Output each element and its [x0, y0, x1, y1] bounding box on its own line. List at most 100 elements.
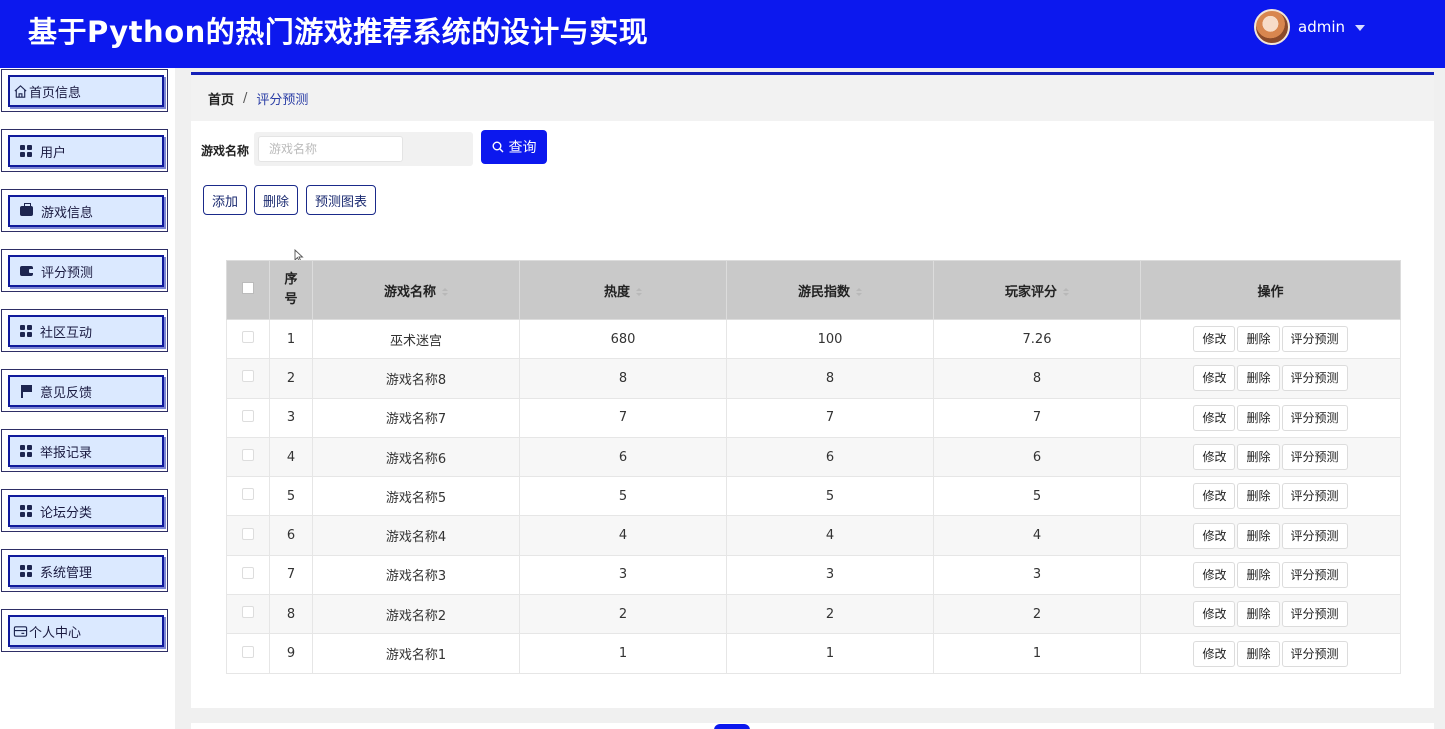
- select-all-cell: [226, 260, 270, 320]
- edit-button[interactable]: 修改: [1193, 326, 1236, 353]
- row-delete-button[interactable]: 删除: [1237, 404, 1280, 431]
- rating-predict-button[interactable]: 评分预测: [1281, 444, 1348, 471]
- sidebar-item-home[interactable]: 首页信息: [1, 69, 168, 112]
- sidebar-item-game-info[interactable]: 游戏信息: [1, 189, 168, 232]
- row-delete-button[interactable]: 删除: [1237, 365, 1280, 392]
- row-delete-button[interactable]: 删除: [1237, 444, 1280, 471]
- row-checkbox[interactable]: [242, 409, 254, 422]
- add-button[interactable]: 添加: [203, 185, 247, 215]
- pagination-current-page[interactable]: [714, 724, 750, 729]
- caret-down-icon[interactable]: [1355, 25, 1365, 31]
- cell-name: 游戏名称7: [312, 397, 520, 438]
- row-delete-button[interactable]: 删除: [1237, 561, 1280, 588]
- rating-predict-button[interactable]: 评分预测: [1281, 561, 1348, 588]
- cell-rating: 5: [933, 476, 1141, 517]
- grid-icon: [20, 565, 32, 577]
- select-all-checkbox[interactable]: [242, 282, 254, 294]
- sidebar-item-label: 社区互动: [40, 325, 93, 341]
- row-checkbox[interactable]: [242, 566, 254, 579]
- sidebar-item-users[interactable]: 用户: [1, 129, 168, 172]
- prediction-chart-button[interactable]: 预测图表: [306, 185, 376, 215]
- rating-predict-button[interactable]: 评分预测: [1281, 404, 1348, 431]
- cell-index: 3: [269, 397, 313, 438]
- edit-button[interactable]: 修改: [1193, 522, 1236, 549]
- rating-predict-button[interactable]: 评分预测: [1281, 483, 1348, 510]
- sidebar-item-profile[interactable]: 个人中心: [1, 609, 168, 652]
- delete-button[interactable]: 删除: [254, 185, 298, 215]
- cell-rating: 7.26: [933, 318, 1141, 360]
- sidebar-item-feedback[interactable]: 意见反馈: [1, 369, 168, 412]
- cell-rating: 7: [933, 397, 1141, 438]
- rating-predict-button[interactable]: 评分预测: [1281, 326, 1348, 353]
- edit-button[interactable]: 修改: [1193, 640, 1236, 667]
- user-menu[interactable]: admin: [1254, 8, 1365, 46]
- rating-predict-button[interactable]: 评分预测: [1281, 640, 1348, 667]
- row-checkbox[interactable]: [242, 606, 254, 619]
- cell-index: 7: [269, 554, 313, 596]
- top-header-bar: 基于Python的热门游戏推荐系统的设计与实现 admin: [0, 0, 1445, 68]
- edit-button[interactable]: 修改: [1193, 483, 1236, 510]
- edit-button[interactable]: 修改: [1193, 444, 1236, 471]
- cell-ops: 修改 删除 评分预测: [1140, 594, 1401, 635]
- table-row: 1 巫术迷宫 680 100 7.26 修改 删除 评分预测: [226, 318, 1401, 360]
- sidebar-item-label: 举报记录: [40, 445, 93, 461]
- row-checkbox[interactable]: [242, 645, 254, 658]
- username[interactable]: admin: [1298, 18, 1345, 36]
- row-checkbox[interactable]: [242, 370, 254, 383]
- sidebar-item-system[interactable]: 系统管理: [1, 549, 168, 592]
- edit-button[interactable]: 修改: [1193, 365, 1236, 392]
- row-delete-button[interactable]: 删除: [1237, 483, 1280, 510]
- rating-predict-button[interactable]: 评分预测: [1281, 601, 1348, 628]
- grid-icon: [20, 445, 32, 457]
- row-delete-button[interactable]: 删除: [1237, 522, 1280, 549]
- column-header-player-index[interactable]: 游民指数: [726, 260, 934, 320]
- row-delete-button[interactable]: 删除: [1237, 601, 1280, 628]
- query-button-label: 查询: [508, 140, 537, 156]
- sort-icon[interactable]: [856, 288, 862, 296]
- cell-player-index: 7: [726, 397, 934, 438]
- cell-player-index: 5: [726, 476, 934, 517]
- cell-rating: 8: [933, 358, 1141, 399]
- cell-name: 游戏名称4: [312, 515, 520, 556]
- column-header-name-label: 游戏名称: [383, 284, 436, 300]
- row-checkbox[interactable]: [242, 331, 254, 344]
- column-header-heat[interactable]: 热度: [519, 260, 727, 320]
- cell-index: 9: [269, 633, 313, 674]
- cell-player-index: 2: [726, 594, 934, 635]
- breadcrumb-home[interactable]: 首页: [208, 89, 234, 108]
- row-checkbox[interactable]: [242, 488, 254, 501]
- sidebar-item-rating-prediction[interactable]: 评分预测: [1, 249, 168, 292]
- row-delete-button[interactable]: 删除: [1237, 326, 1280, 353]
- column-header-rating[interactable]: 玩家评分: [933, 260, 1141, 320]
- edit-button[interactable]: 修改: [1193, 561, 1236, 588]
- cell-name: 巫术迷宫: [312, 318, 520, 360]
- column-header-name[interactable]: 游戏名称: [312, 260, 520, 320]
- row-checkbox[interactable]: [242, 449, 254, 462]
- cell-rating: 2: [933, 594, 1141, 635]
- sort-icon[interactable]: [636, 288, 642, 296]
- cell-heat: 8: [519, 358, 727, 399]
- sort-icon[interactable]: [442, 288, 448, 296]
- row-checkbox[interactable]: [242, 527, 254, 540]
- cell-name: 游戏名称8: [312, 358, 520, 399]
- search-input[interactable]: [258, 136, 403, 162]
- rating-predict-button[interactable]: 评分预测: [1281, 365, 1348, 392]
- avatar[interactable]: [1254, 9, 1290, 45]
- row-delete-button[interactable]: 删除: [1237, 640, 1280, 667]
- edit-button[interactable]: 修改: [1193, 601, 1236, 628]
- edit-button[interactable]: 修改: [1193, 404, 1236, 431]
- cell-name: 游戏名称2: [312, 594, 520, 635]
- cell-rating: 3: [933, 554, 1141, 596]
- table-row: 6 游戏名称4 4 4 4 修改 删除 评分预测: [226, 515, 1401, 556]
- cell-player-index: 100: [726, 318, 934, 360]
- sort-icon[interactable]: [1063, 288, 1069, 296]
- cell-ops: 修改 删除 评分预测: [1140, 633, 1401, 674]
- breadcrumb: 首页 / 评分预测: [191, 75, 1434, 121]
- column-header-index-label: 序号: [284, 272, 298, 307]
- cell-player-index: 4: [726, 515, 934, 556]
- query-button[interactable]: 查询: [481, 130, 547, 164]
- sidebar-item-forum-categories[interactable]: 论坛分类: [1, 489, 168, 532]
- sidebar-item-community[interactable]: 社区互动: [1, 309, 168, 352]
- rating-predict-button[interactable]: 评分预测: [1281, 522, 1348, 549]
- sidebar-item-reports[interactable]: 举报记录: [1, 429, 168, 472]
